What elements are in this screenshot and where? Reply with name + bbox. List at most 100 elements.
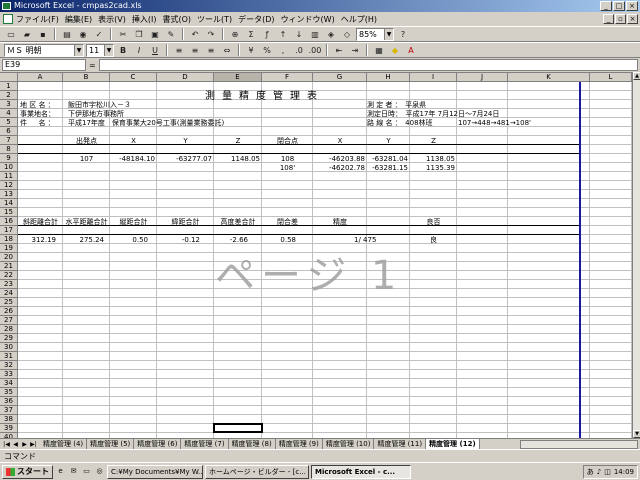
scroll-down-icon[interactable]: ▼ [633,430,640,438]
cell-e7[interactable]: Z [214,137,262,145]
row-header[interactable]: 5 [0,118,18,127]
row-header[interactable]: 3 [0,100,18,109]
minimize-button[interactable]: _ [600,1,612,11]
sheet-tab[interactable]: 精度管理 (6) [134,439,182,449]
row-header[interactable]: 15 [0,208,18,217]
task-explorer[interactable]: C:¥My Documents¥My W... [107,464,203,479]
decrease-decimal-icon[interactable]: .00 [308,44,322,57]
cell-f16[interactable]: 閉合差 [262,218,313,226]
row-header[interactable]: 9 [0,154,18,163]
name-box[interactable]: E39 [2,59,86,71]
chart-wizard-icon[interactable]: ▥ [308,28,322,41]
row-header[interactable]: 17 [0,226,18,235]
paste-icon[interactable]: ▣ [148,28,162,41]
menu-format[interactable]: 書式(O) [162,14,191,25]
cell-a18[interactable]: 312.19 [32,236,57,244]
underline-button[interactable]: U [148,44,162,57]
cell-e16[interactable]: 高度差合計 [214,218,262,226]
menu-help[interactable]: ヘルプ(H) [341,14,377,25]
col-header-b[interactable]: B [63,73,110,82]
italic-button[interactable]: I [132,44,146,57]
drawing-icon[interactable]: ◇ [340,28,354,41]
row-header[interactable]: 37 [0,406,18,415]
cell-d7[interactable]: Y [157,137,214,145]
col-header-l[interactable]: L [590,73,632,82]
row-header[interactable]: 34 [0,379,18,388]
print-icon[interactable]: ▤ [60,28,74,41]
row-header[interactable]: 36 [0,397,18,406]
row-header[interactable]: 33 [0,370,18,379]
font-color-icon[interactable]: A [404,44,418,57]
cell-d16[interactable]: 緯距合計 [157,218,214,226]
sheet-tab[interactable]: 精度管理 (10) [322,439,375,449]
next-sheet-icon[interactable]: ▶ [20,440,29,449]
cell-b4[interactable]: 下伊那地方事務所 [68,110,124,118]
align-right-icon[interactable]: ≡ [204,44,218,57]
zoom-select[interactable]: 85% ▼ [356,27,394,41]
cell-h7[interactable]: Y [367,137,410,145]
cell-a3[interactable]: 地 区 名 ： [20,101,55,109]
task-excel[interactable]: Microsoft Excel - c... [311,464,411,479]
cell-c16[interactable]: 縦距合計 [110,218,157,226]
row-header[interactable]: 7 [0,136,18,145]
maximize-button[interactable]: □ [613,1,625,11]
cell-d9[interactable]: -63277.07 [176,155,212,163]
cell-h9[interactable]: -63281.04 [372,155,408,163]
row-header[interactable]: 6 [0,127,18,136]
merge-center-icon[interactable]: ⇔ [220,44,234,57]
cell-d18[interactable]: -0.12 [182,236,200,244]
network-icon[interactable]: ◫ [604,468,611,476]
currency-icon[interactable]: ¥ [244,44,258,57]
comma-icon[interactable]: , [276,44,290,57]
last-sheet-icon[interactable]: ▶| [29,440,38,449]
cell-b7[interactable]: 出発点 [63,137,110,145]
cell-a16[interactable]: 斜距離合計 [18,218,63,226]
row-header[interactable]: 2 [0,91,18,100]
cell-i7[interactable]: Z [410,137,457,145]
decrease-indent-icon[interactable]: ⇤ [332,44,346,57]
align-left-icon[interactable]: ≡ [172,44,186,57]
ie-icon[interactable]: e [55,466,66,477]
menu-window[interactable]: ウィンドウ(W) [281,14,335,25]
sheet-tab[interactable]: 精度管理 (12) [426,439,480,449]
cell-a5[interactable]: 件 名 ： [20,119,55,127]
cell-c9[interactable]: -48184.10 [119,155,155,163]
row-header[interactable]: 28 [0,325,18,334]
cell-f10[interactable]: 108' [262,164,313,172]
cell-j5[interactable]: 107→448→481→108' [458,119,531,127]
doc-restore-button[interactable]: ▫ [615,14,626,24]
cell-i16[interactable]: 良否 [410,218,457,226]
row-header[interactable]: 27 [0,316,18,325]
sheet-tab[interactable]: 精度管理 (5) [87,439,135,449]
print-preview-icon[interactable]: ◉ [76,28,90,41]
row-header[interactable]: 39 [0,424,18,433]
cell-i9[interactable]: 1138.05 [426,155,455,163]
start-button[interactable]: スタート [2,464,53,479]
align-center-icon[interactable]: ≡ [188,44,202,57]
col-header-e[interactable]: E [214,73,262,82]
horizontal-scrollbar[interactable] [520,440,638,449]
cell-g10[interactable]: -46202.78 [329,164,365,172]
menu-edit[interactable]: 編集(E) [65,14,92,25]
active-cell[interactable] [213,423,263,433]
new-icon[interactable]: ▭ [4,28,18,41]
increase-decimal-icon[interactable]: .0 [292,44,306,57]
row-header[interactable]: 38 [0,415,18,424]
row-header[interactable]: 18 [0,235,18,244]
task-homepage-builder[interactable]: ホームページ・ビルダー - [c... [205,464,309,479]
menu-view[interactable]: 表示(V) [98,14,126,25]
select-all-corner[interactable] [0,73,18,82]
prev-sheet-icon[interactable]: ◀ [11,440,20,449]
sheet-title[interactable]: 測量精度管理表 [205,87,324,102]
menu-data[interactable]: データ(D) [238,14,274,25]
row-header[interactable]: 4 [0,109,18,118]
row-header[interactable]: 25 [0,298,18,307]
volume-icon[interactable]: ♪ [597,468,601,476]
row-header[interactable]: 19 [0,244,18,253]
function-icon[interactable]: ƒ [260,28,274,41]
row-header[interactable]: 23 [0,280,18,289]
row-header[interactable]: 12 [0,181,18,190]
close-button[interactable]: × [626,1,638,11]
col-header-i[interactable]: I [410,73,457,82]
workbook-icon[interactable] [3,14,13,24]
